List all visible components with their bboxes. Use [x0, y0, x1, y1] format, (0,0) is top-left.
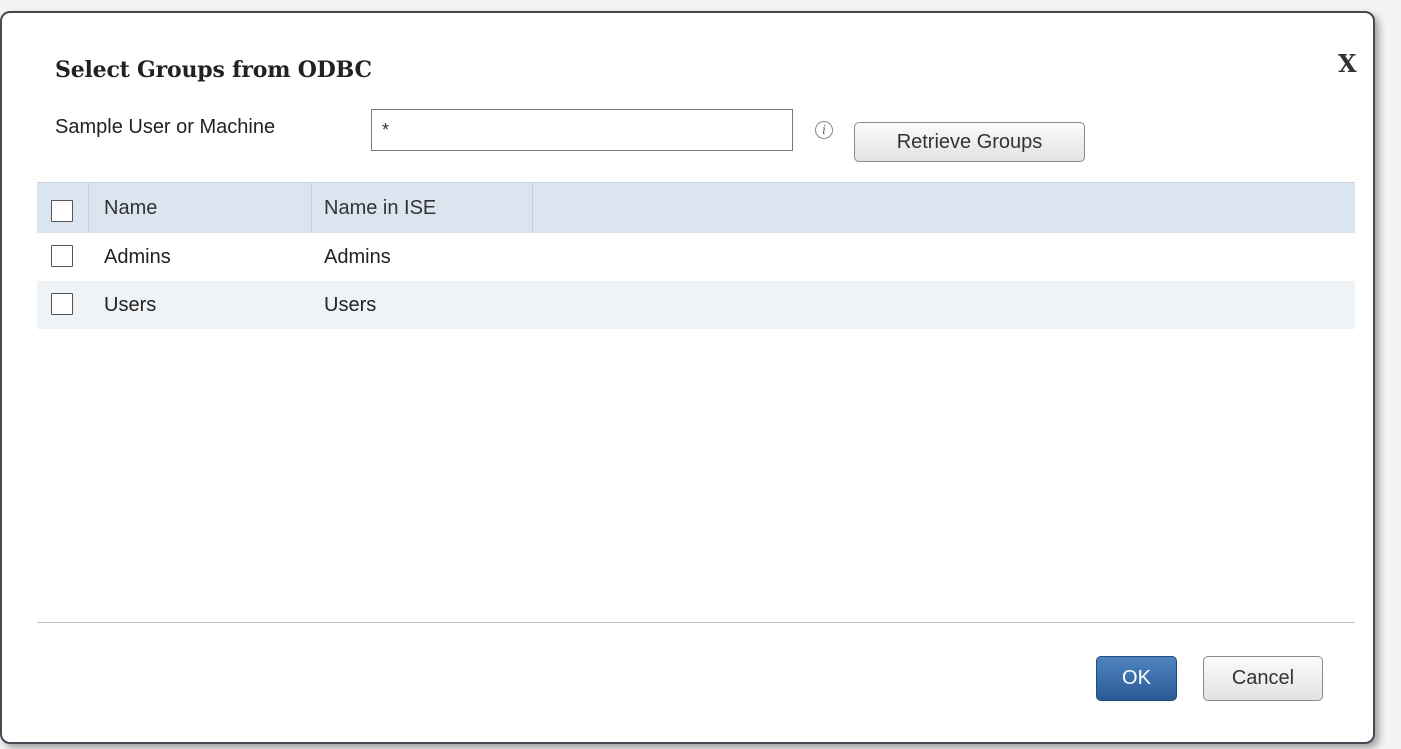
- footer-divider: [37, 622, 1355, 623]
- sample-user-input[interactable]: [371, 109, 793, 151]
- close-button[interactable]: X: [1338, 52, 1357, 76]
- cell-name: Admins: [104, 246, 171, 268]
- info-icon[interactable]: i: [815, 121, 833, 139]
- cell-name: Users: [104, 294, 157, 316]
- header-check-cell: [37, 183, 89, 233]
- retrieve-groups-button[interactable]: Retrieve Groups: [854, 122, 1085, 162]
- cell-name-in-ise: Users: [324, 294, 377, 316]
- row-checkbox[interactable]: [51, 245, 73, 267]
- dialog-title: Select Groups from ODBC: [55, 57, 372, 83]
- table-header: Name Name in ISE: [37, 182, 1355, 233]
- sample-user-label: Sample User or Machine: [55, 116, 276, 138]
- ok-button[interactable]: OK: [1096, 656, 1177, 701]
- table-row[interactable]: Users Users: [37, 281, 1355, 329]
- row-checkbox[interactable]: [51, 293, 73, 315]
- column-header-name-in-ise[interactable]: Name in ISE: [312, 183, 533, 233]
- select-groups-dialog: Select Groups from ODBC X Sample User or…: [0, 11, 1375, 744]
- cancel-button[interactable]: Cancel: [1203, 656, 1323, 701]
- select-all-checkbox[interactable]: [51, 200, 73, 222]
- groups-table: Name Name in ISE Admins Admins Users Use…: [37, 182, 1355, 329]
- cell-name-in-ise: Admins: [324, 246, 391, 268]
- table-row[interactable]: Admins Admins: [37, 233, 1355, 281]
- column-header-name[interactable]: Name: [89, 183, 312, 233]
